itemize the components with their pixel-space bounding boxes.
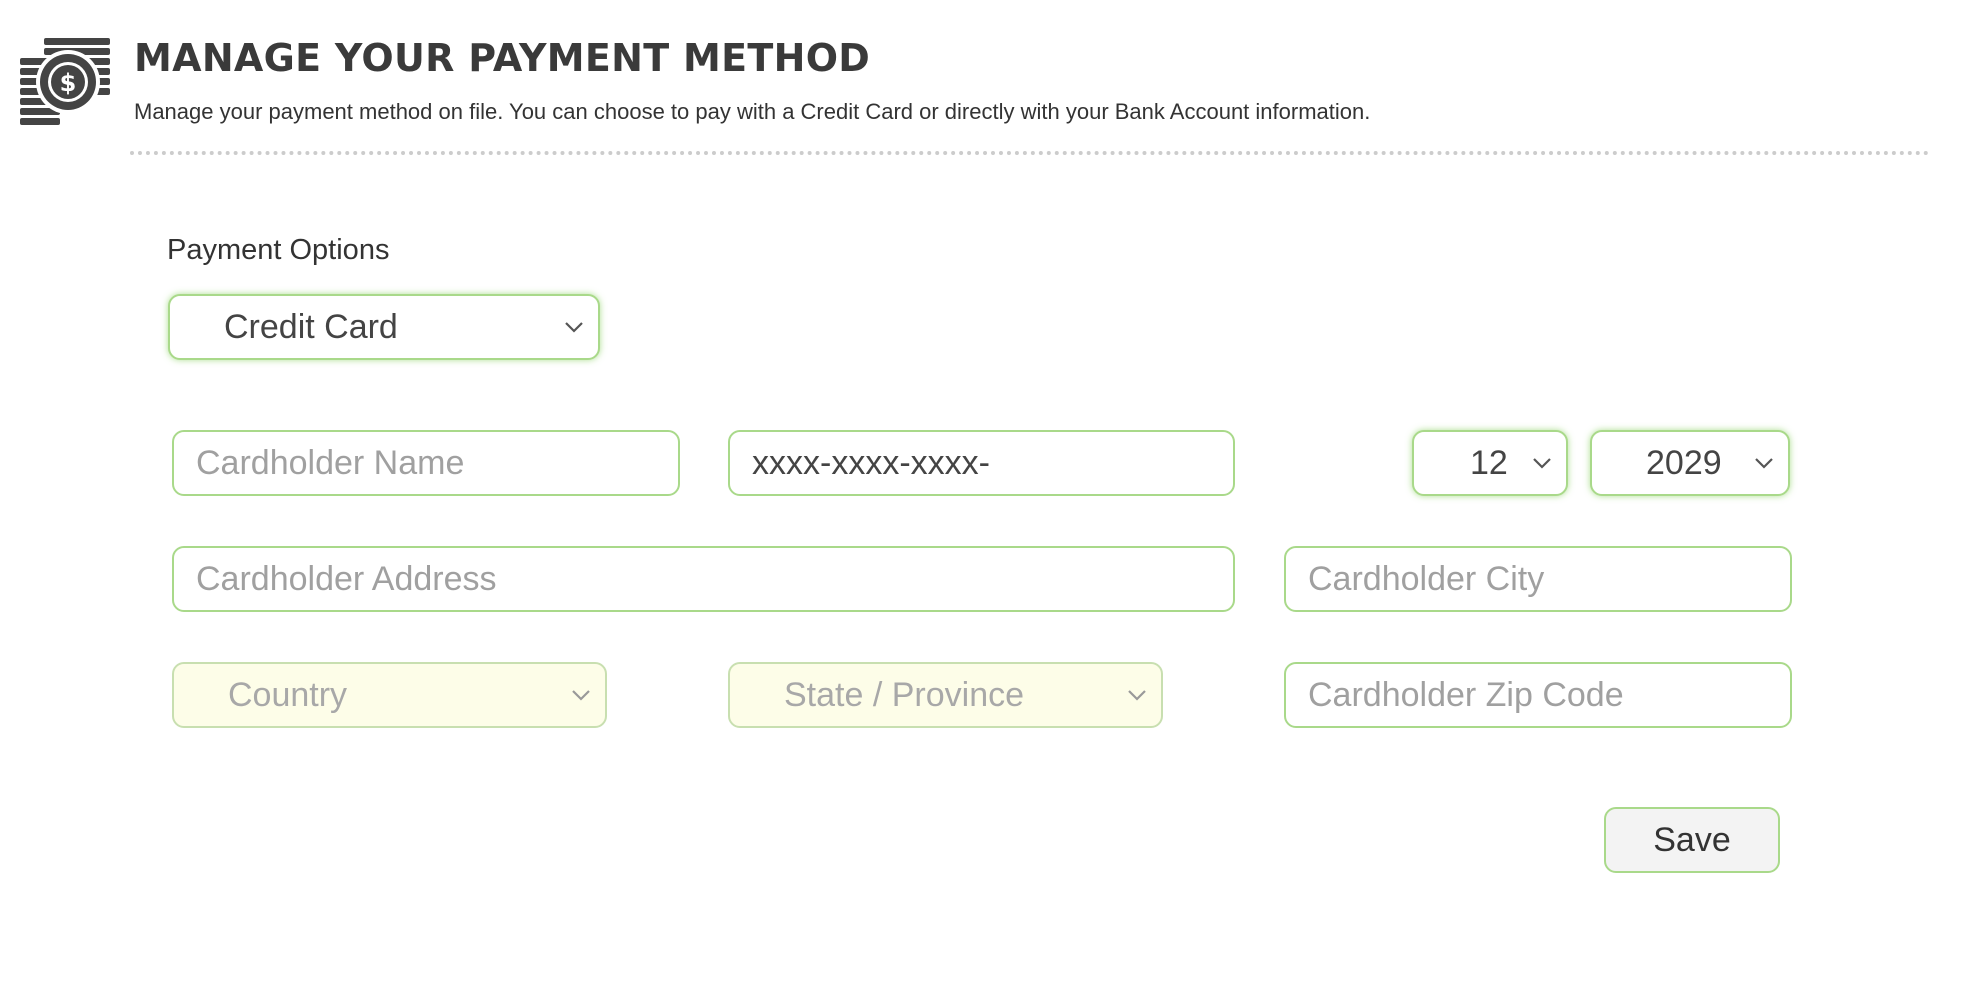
svg-text:$: $ bbox=[60, 69, 77, 97]
payment-options-select[interactable]: Credit Card bbox=[168, 294, 600, 360]
cardholder-name-input[interactable]: Cardholder Name bbox=[172, 430, 680, 496]
expiry-month-value: 12 bbox=[1470, 443, 1508, 482]
country-select[interactable]: Country bbox=[172, 662, 607, 728]
expiry-year-select[interactable]: 2029 bbox=[1590, 430, 1790, 496]
state-province-value: State / Province bbox=[784, 675, 1025, 714]
payment-options-value: Credit Card bbox=[224, 307, 398, 346]
expiry-year-value: 2029 bbox=[1646, 443, 1722, 482]
page-title: MANAGE YOUR PAYMENT METHOD bbox=[134, 36, 871, 80]
cardholder-city-placeholder: Cardholder City bbox=[1308, 559, 1545, 598]
cardholder-city-input[interactable]: Cardholder City bbox=[1284, 546, 1792, 612]
card-number-input[interactable]: xxxx-xxxx-xxxx- bbox=[728, 430, 1235, 496]
payment-method-page: $ MANAGE YOUR PAYMENT METHOD Manage your… bbox=[0, 0, 1967, 988]
cardholder-name-placeholder: Cardholder Name bbox=[196, 443, 465, 482]
cardholder-zip-placeholder: Cardholder Zip Code bbox=[1308, 675, 1624, 714]
chevron-down-icon bbox=[1128, 690, 1146, 701]
cardholder-address-input[interactable]: Cardholder Address bbox=[172, 546, 1235, 612]
money-coins-icon: $ bbox=[20, 38, 110, 125]
cardholder-zip-input[interactable]: Cardholder Zip Code bbox=[1284, 662, 1792, 728]
cardholder-address-placeholder: Cardholder Address bbox=[196, 559, 497, 598]
header-divider bbox=[130, 151, 1930, 155]
chevron-down-icon bbox=[1755, 458, 1773, 469]
payment-options-label: Payment Options bbox=[167, 234, 390, 266]
chevron-down-icon bbox=[1533, 458, 1551, 469]
state-province-select[interactable]: State / Province bbox=[728, 662, 1163, 728]
save-button[interactable]: Save bbox=[1604, 807, 1780, 873]
country-value: Country bbox=[228, 675, 348, 714]
chevron-down-icon bbox=[565, 322, 583, 333]
chevron-down-icon bbox=[572, 690, 590, 701]
page-subtitle: Manage your payment method on file. You … bbox=[134, 99, 1371, 124]
expiry-month-select[interactable]: 12 bbox=[1412, 430, 1568, 496]
card-number-value: xxxx-xxxx-xxxx- bbox=[752, 443, 990, 482]
